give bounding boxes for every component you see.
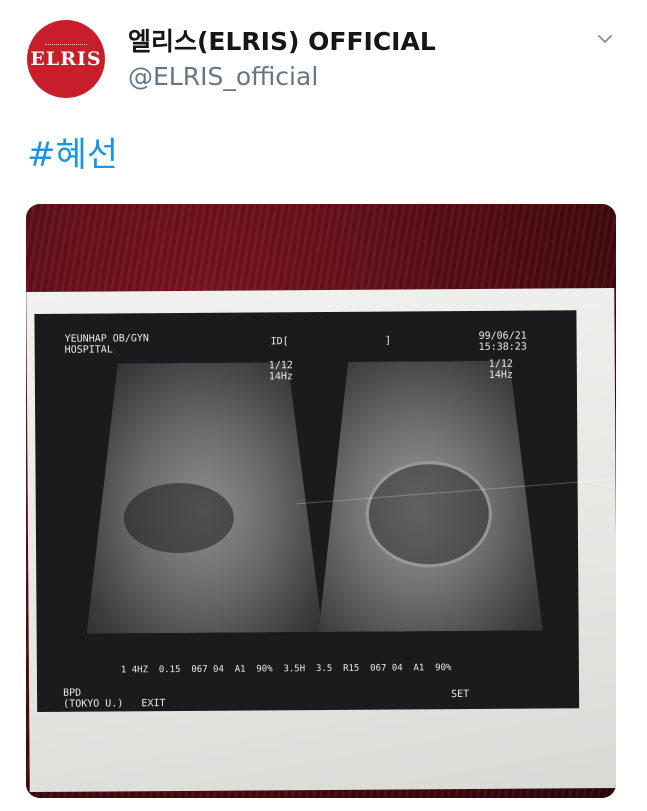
scan-footer-right: SET [451, 688, 470, 701]
scan-hospital-label: YEUNHAP OB/GYN HOSPITAL [64, 333, 149, 356]
ultrasound-print: YEUNHAP OB/GYN HOSPITAL ID[ ] 99/06/21 1… [34, 310, 616, 712]
hashtag-link[interactable]: #혜선 [27, 127, 118, 176]
scan-frame-left: 1/12 14Hz [268, 360, 293, 383]
avatar-logo-text: ELRIS [30, 48, 102, 70]
avatar-sparkle-decoration [45, 44, 87, 51]
tweet-photo[interactable]: YEUNHAP OB/GYN HOSPITAL ID[ ] 99/06/21 1… [26, 204, 616, 798]
ultrasound-paper: YEUNHAP OB/GYN HOSPITAL ID[ ] 99/06/21 1… [26, 287, 616, 793]
chevron-down-icon[interactable] [596, 30, 614, 48]
scan-datetime: 99/06/21 15:38:23 [478, 330, 527, 353]
account-avatar[interactable]: ELRIS [27, 20, 105, 98]
scan-shape-right [365, 460, 493, 568]
account-display-name[interactable]: 엘리스(ELRIS) OFFICIAL [128, 22, 436, 58]
scan-footer-left: BPD (TOKYO U.) EXIT [63, 687, 166, 710]
scan-measurements: 1 4HZ 0.15 067 04 A1 90% 3.5H 3.5 R15 06… [120, 663, 452, 676]
scan-id-label: ID[ ] [270, 335, 392, 348]
scan-frame-right: 1/12 14Hz [488, 358, 513, 381]
account-handle[interactable]: @ELRIS_official [128, 62, 318, 91]
